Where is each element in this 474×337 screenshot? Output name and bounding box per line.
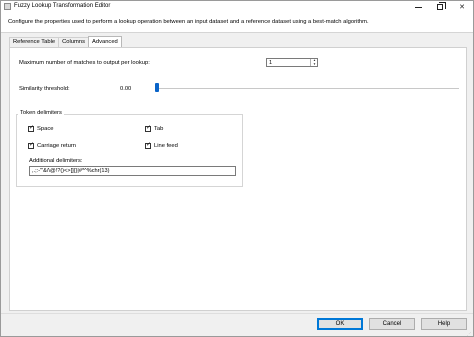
description-bar: Configure the properties used to perform… (1, 13, 473, 33)
tab-columns[interactable]: Columns (58, 37, 89, 47)
max-matches-value: 1 (269, 60, 273, 66)
resize-grip-icon[interactable]: ⋰ (467, 332, 473, 337)
footer-separator (1, 313, 473, 314)
similarity-slider-thumb[interactable] (155, 83, 159, 92)
restore-icon (437, 2, 446, 10)
tab-advanced[interactable]: Advanced (87, 36, 122, 47)
spin-down-icon[interactable]: ▼ (312, 63, 317, 66)
ok-button[interactable]: OK (317, 318, 363, 330)
space-checkbox[interactable]: ✓ (28, 125, 35, 132)
editor-window: Fuzzy Lookup Transformation Editor ✕ Con… (0, 0, 474, 337)
title-bar[interactable]: Fuzzy Lookup Transformation Editor ✕ (1, 1, 473, 13)
tab-checkbox[interactable]: ✓ (145, 125, 152, 132)
help-button[interactable]: Help (421, 318, 467, 330)
additional-delimiters-label: Additional delimiters: (29, 158, 83, 164)
tab-delimiter-label: Tab (154, 126, 164, 132)
tab-reference-table[interactable]: Reference Table (9, 37, 60, 47)
tab-strip: Reference Table Columns Advanced (9, 36, 122, 47)
spin-buttons[interactable]: ▲ ▼ (310, 59, 317, 66)
space-label: Space (37, 126, 54, 132)
similarity-value: 0.00 (120, 86, 132, 92)
minimize-button[interactable] (407, 1, 429, 13)
token-delimiters-title: Token delimiters (18, 110, 64, 116)
restore-button[interactable] (429, 1, 451, 13)
cancel-button[interactable]: Cancel (369, 318, 415, 330)
checkmark-icon: ✓ (146, 142, 152, 148)
checkmark-icon: ✓ (29, 142, 35, 148)
max-matches-stepper[interactable]: 1 ▲ ▼ (266, 58, 318, 67)
checkmark-icon: ✓ (146, 125, 152, 131)
app-icon (4, 3, 11, 10)
line-feed-checkbox[interactable]: ✓ (145, 142, 152, 149)
additional-delimiters-input[interactable]: ,.;:-"'&/\@!?()<>[]{}|#*^%chr(13) (29, 166, 236, 176)
carriage-return-checkbox[interactable]: ✓ (28, 142, 35, 149)
close-icon: ✕ (459, 4, 465, 11)
window-title: Fuzzy Lookup Transformation Editor (14, 3, 111, 9)
token-delimiters-group (16, 114, 243, 187)
similarity-slider-track[interactable] (157, 88, 459, 89)
additional-delimiters-value: ,.;:-"'&/\@!?()<>[]{}|#*^%chr(13) (32, 168, 110, 174)
advanced-panel: Maximum number of matches to output per … (9, 47, 467, 311)
max-matches-label: Maximum number of matches to output per … (19, 60, 150, 66)
close-button[interactable]: ✕ (451, 1, 473, 13)
carriage-return-label: Carriage return (37, 143, 76, 149)
minimize-icon (414, 6, 422, 8)
similarity-label: Similarity threshold: (19, 86, 70, 92)
line-feed-label: Line feed (154, 143, 178, 149)
checkmark-icon: ✓ (29, 125, 35, 131)
description-text: Configure the properties used to perform… (8, 19, 369, 25)
